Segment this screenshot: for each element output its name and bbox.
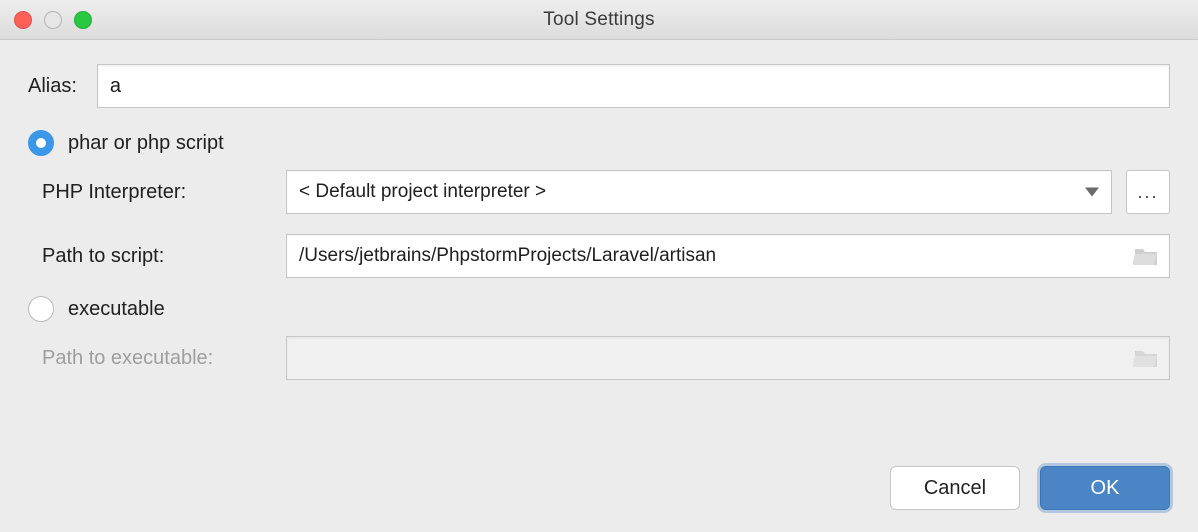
path-to-script-value: /Users/jetbrains/PhpstormProjects/Larave… (299, 245, 716, 267)
window-zoom-button[interactable] (74, 11, 92, 29)
path-to-script-label: Path to script: (42, 245, 274, 268)
php-interpreter-row: < Default project interpreter > ... (286, 170, 1170, 214)
php-interpreter-label: PHP Interpreter: (42, 181, 274, 204)
dialog-footer: Cancel OK (890, 466, 1170, 510)
dialog-content: Alias: a phar or php script PHP Interpre… (0, 40, 1198, 418)
radio-phar-or-php-script[interactable] (28, 130, 54, 156)
radio-executable[interactable] (28, 296, 54, 322)
alias-input-value: a (110, 75, 121, 98)
cancel-button-label: Cancel (924, 477, 986, 500)
browse-folder-icon[interactable] (1133, 245, 1159, 267)
ellipsis-icon: ... (1137, 182, 1158, 203)
radio-executable-label: executable (68, 298, 165, 321)
ok-button[interactable]: OK (1040, 466, 1170, 510)
path-to-script-input[interactable]: /Users/jetbrains/PhpstormProjects/Larave… (286, 234, 1170, 278)
php-interpreter-value: < Default project interpreter > (299, 181, 546, 203)
alias-label: Alias: (28, 75, 77, 98)
radio-executable-row[interactable]: executable (28, 296, 1170, 322)
executable-subform: Path to executable: (42, 336, 1170, 380)
path-to-executable-label: Path to executable: (42, 347, 274, 370)
php-interpreter-dropdown[interactable]: < Default project interpreter > (286, 170, 1112, 214)
window-traffic-lights (14, 11, 92, 29)
window-close-button[interactable] (14, 11, 32, 29)
ok-button-label: OK (1091, 477, 1120, 500)
cancel-button[interactable]: Cancel (890, 466, 1020, 510)
phar-subform: PHP Interpreter: < Default project inter… (42, 170, 1170, 278)
alias-input[interactable]: a (97, 64, 1170, 108)
chevron-down-icon (1085, 188, 1099, 197)
window-title: Tool Settings (543, 9, 654, 31)
window-minimize-button (44, 11, 62, 29)
radio-phar-label: phar or php script (68, 132, 224, 155)
php-interpreter-more-button[interactable]: ... (1126, 170, 1170, 214)
browse-folder-icon (1133, 347, 1159, 369)
window-titlebar: Tool Settings (0, 0, 1198, 40)
path-to-executable-input (286, 336, 1170, 380)
alias-row: Alias: a (28, 64, 1170, 108)
radio-phar-row[interactable]: phar or php script (28, 130, 1170, 156)
